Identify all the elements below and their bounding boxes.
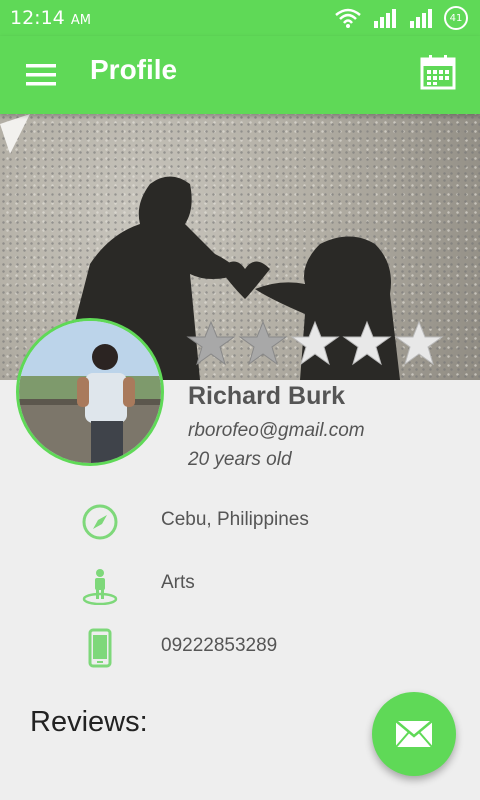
app-bar: Profile [0,36,480,114]
status-icons: 41 [334,6,468,30]
reviews-heading: Reviews: [30,706,148,738]
star-icon[interactable] [342,320,392,366]
avatar-photo [19,321,161,463]
battery-icon: 41 [444,6,468,30]
status-time: 12:14 AM [10,7,91,29]
status-bar: 12:14 AM 41 [0,0,480,36]
detail-text: 09222853289 [161,635,278,656]
rating-stars [186,320,444,366]
avatar[interactable] [16,318,164,466]
page-title: Profile [90,54,178,85]
menu-icon[interactable] [26,60,56,90]
message-fab-button[interactable] [372,692,456,776]
detail-text: Arts [161,572,195,593]
mail-icon [395,720,433,748]
star-icon[interactable] [394,320,444,366]
status-time-value: 12:14 [10,7,65,29]
wifi-icon [335,8,361,28]
signal-icon-2 [410,9,432,28]
profile-age: 20 years old [188,449,292,470]
calendar-icon[interactable] [420,54,456,90]
person-icon [82,569,118,605]
detail-text: Cebu, Philippines [161,509,309,530]
compass-icon [82,504,118,540]
detail-row-phone: 09222853289 [0,623,480,673]
detail-row-course: Arts [0,560,480,610]
signal-icon [374,9,396,28]
star-icon[interactable] [186,320,236,366]
detail-row-location: Cebu, Philippines [0,497,480,547]
battery-level: 41 [449,12,463,24]
profile-email: rborofeo@gmail.com [188,420,365,441]
star-icon[interactable] [290,320,340,366]
phone-icon [88,628,112,668]
status-time-ampm: AM [70,13,91,28]
star-icon[interactable] [238,320,288,366]
profile-name: Richard Burk [188,382,345,410]
